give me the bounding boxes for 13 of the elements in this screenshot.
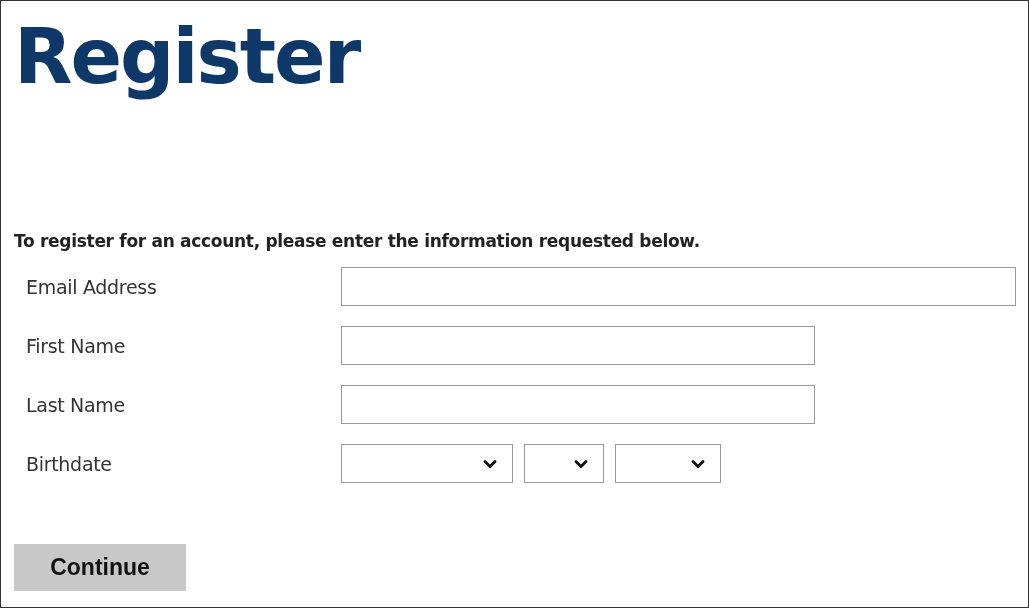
field-label: First Name: [25, 334, 127, 357]
page-title: Register: [14, 11, 362, 103]
instructions-text: To register for an account, please enter the information requested below.: [14, 231, 701, 251]
input-field[interactable]: [341, 385, 815, 424]
continue-button[interactable]: Continue: [14, 544, 186, 591]
dropdown-field[interactable]: [615, 444, 721, 483]
dropdown-field[interactable]: [341, 444, 513, 483]
input-field[interactable]: [341, 326, 815, 365]
field-label: Birthdate: [25, 452, 113, 475]
dropdown-field[interactable]: [524, 444, 604, 483]
field-label: Email Address: [25, 275, 158, 298]
input-field[interactable]: [341, 267, 1016, 306]
field-label: Last Name: [25, 393, 126, 416]
